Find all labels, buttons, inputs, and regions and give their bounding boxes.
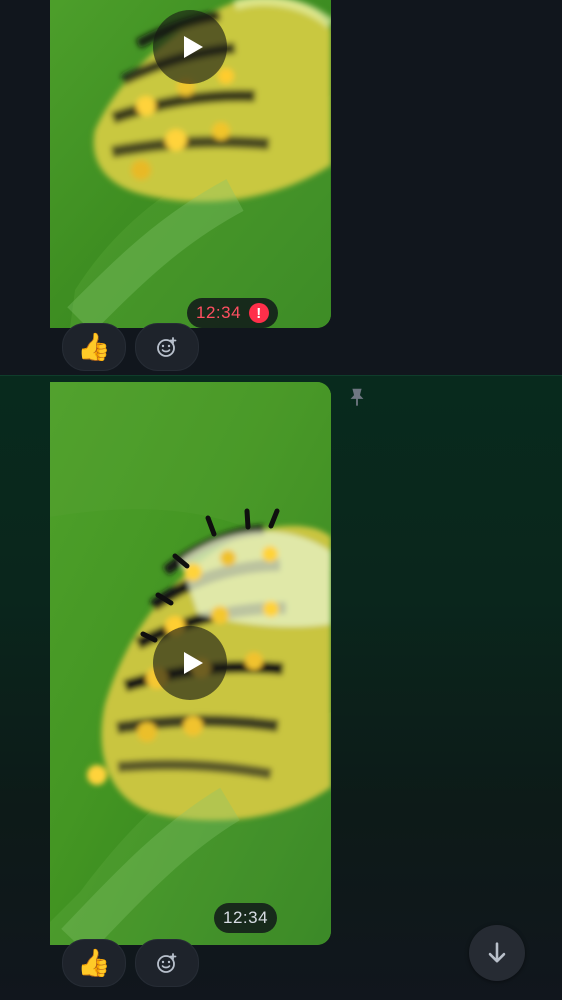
add-reaction-button-1[interactable]	[135, 323, 199, 371]
pin-icon[interactable]	[346, 386, 368, 408]
video-message-1[interactable]: 12:34 ! 👍	[0, 0, 562, 375]
arrow-down-icon	[488, 942, 506, 963]
video-thumbnail-1[interactable]	[50, 0, 331, 328]
error-icon: !	[249, 303, 270, 323]
scroll-down-button[interactable]	[469, 925, 525, 981]
video-thumbnail-2[interactable]	[50, 382, 331, 945]
play-button-1[interactable]	[153, 10, 227, 84]
add-reaction-button-2[interactable]	[135, 939, 199, 987]
thumbs-up-icon: 👍	[77, 331, 111, 362]
add-reaction-icon	[157, 337, 177, 357]
add-reaction-icon	[157, 953, 177, 973]
message-time-text-1: 12:34	[196, 303, 242, 322]
chat-message-list: 12:34 ! 👍 12:34 👍	[0, 0, 562, 1000]
reaction-thumbs-up-1[interactable]: 👍	[62, 323, 126, 371]
message-time-text-2: 12:34	[223, 908, 269, 927]
play-button-2[interactable]	[153, 626, 227, 700]
play-icon	[183, 36, 203, 58]
message-time-1: 12:34 !	[187, 298, 279, 328]
message-time-2: 12:34	[214, 903, 278, 933]
video-message-2[interactable]: 12:34 👍	[0, 375, 562, 1000]
thumbs-up-icon: 👍	[77, 947, 111, 978]
play-icon	[183, 652, 203, 674]
reaction-thumbs-up-2[interactable]: 👍	[62, 939, 126, 987]
